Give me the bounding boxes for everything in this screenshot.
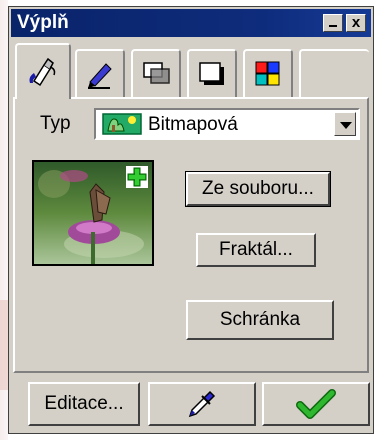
bitmap-icon <box>102 113 142 135</box>
close-icon: x <box>351 14 361 31</box>
background-edge-tint <box>0 300 8 390</box>
chevron-down-icon <box>340 122 352 129</box>
tab-transparency[interactable] <box>131 49 181 97</box>
edit-button[interactable]: Editace... <box>28 382 140 426</box>
apply-button[interactable] <box>262 382 370 426</box>
fill-type-value: Bitmapová <box>148 114 238 135</box>
clipboard-button[interactable]: Schránka <box>186 300 334 340</box>
from-file-label: Ze souboru... <box>202 178 314 199</box>
transparency-icon <box>143 62 170 84</box>
type-label: Typ <box>40 113 71 134</box>
clipboard-label: Schránka <box>219 309 301 330</box>
minimize-icon <box>329 25 337 27</box>
edit-label: Editace... <box>44 393 124 414</box>
tab-shadow[interactable] <box>187 49 237 97</box>
title-bar[interactable]: Výplň x <box>11 9 371 37</box>
pen-icon <box>88 63 112 89</box>
tab-fill[interactable] <box>15 43 71 99</box>
fractal-label: Fraktál... <box>219 239 293 260</box>
from-file-button[interactable]: Ze souboru... <box>185 171 331 207</box>
eyedropper-button[interactable] <box>148 382 256 426</box>
dropdown-button[interactable] <box>334 112 356 136</box>
minimize-button[interactable] <box>323 14 343 32</box>
tab-color-palette[interactable] <box>243 49 293 97</box>
fill-type-select[interactable]: Bitmapová <box>94 108 360 140</box>
tab-strip-filler <box>299 49 369 97</box>
shadow-icon <box>199 62 224 85</box>
close-button[interactable]: x <box>346 14 366 32</box>
tab-outline[interactable] <box>75 49 125 97</box>
fractal-button[interactable]: Fraktál... <box>196 233 316 267</box>
plus-icon[interactable] <box>126 166 148 188</box>
eyedropper-icon <box>188 390 216 418</box>
color-grid-icon <box>255 61 280 86</box>
window-title: Výplň <box>17 12 69 33</box>
tab-strip <box>11 41 371 99</box>
checkmark-icon <box>296 389 336 419</box>
fill-bucket-icon <box>29 57 56 87</box>
